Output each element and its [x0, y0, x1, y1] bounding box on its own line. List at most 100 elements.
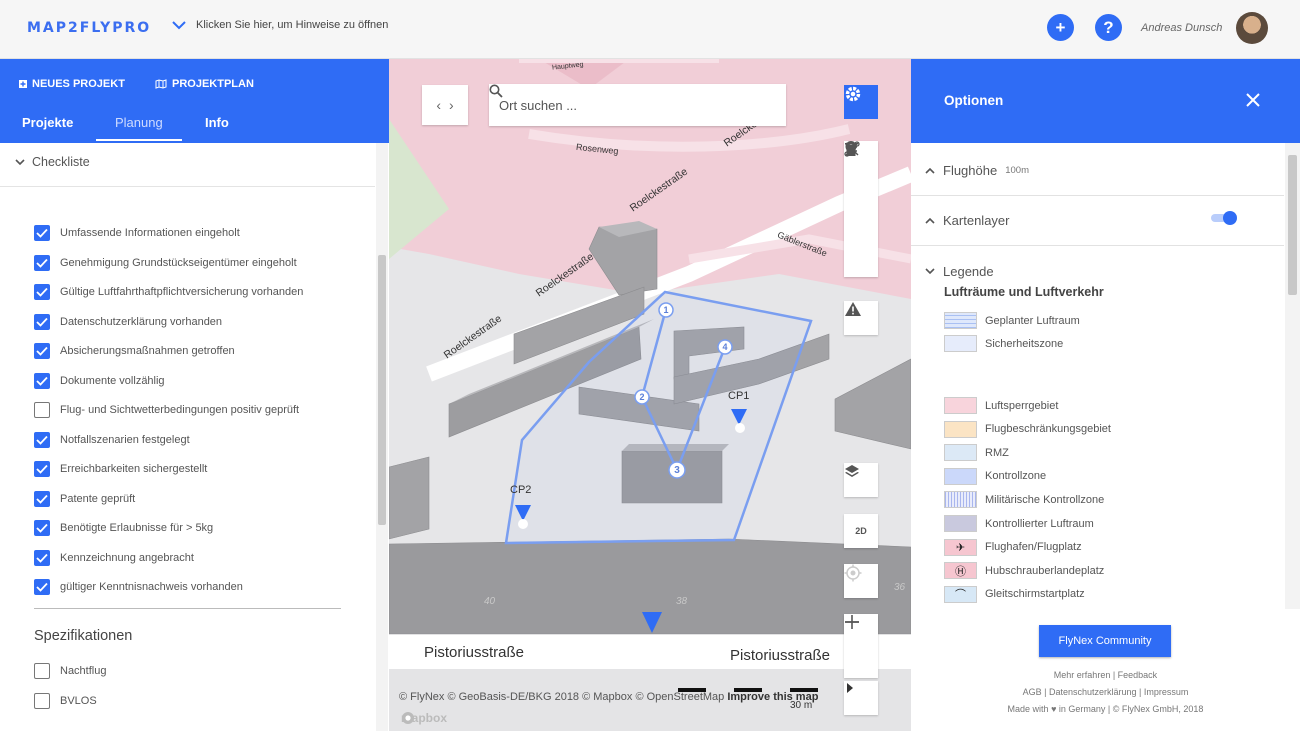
checklist-item[interactable]: Erreichbarkeiten sichergestellt: [34, 461, 207, 477]
new-project-label: NEUES PROJEKT: [32, 78, 125, 90]
checkbox-checked[interactable]: [34, 461, 50, 477]
layers-button[interactable]: [844, 463, 878, 497]
checklist-item[interactable]: Datenschutzerklärung vorhanden: [34, 313, 222, 330]
place-search[interactable]: [489, 84, 786, 126]
legend-symbol-icon: Ⓗ: [955, 565, 966, 578]
left-scrollbar[interactable]: [376, 143, 388, 731]
left-panel: NEUES PROJEKT PROJEKTPLAN Projekte Planu…: [0, 59, 389, 731]
checklist-item[interactable]: Nachtflug: [34, 663, 106, 679]
checkpoint-cp1[interactable]: CP1: [728, 390, 749, 402]
legend-swatch: ⌒: [944, 585, 977, 603]
zoom-controls: [844, 614, 878, 678]
legend-label: Flughafen/Flugplatz: [985, 541, 1082, 554]
legend-label: Sicherheitszone: [985, 337, 1064, 350]
checkbox-checked[interactable]: [34, 284, 50, 300]
add-button[interactable]: +: [1047, 14, 1074, 41]
tab-planung[interactable]: Planung: [115, 115, 163, 130]
map-icon: [155, 79, 167, 89]
spec-title: Spezifikationen: [34, 628, 133, 644]
map-canvas[interactable]: [389, 59, 911, 731]
checkbox-checked[interactable]: [34, 549, 50, 566]
checklist-item[interactable]: Genehmigung Grundstückseigentümer eingeh…: [34, 254, 297, 271]
locate-button[interactable]: [844, 564, 878, 598]
checklist-item[interactable]: Kennzeichnung angebracht: [34, 549, 194, 566]
checklist-item[interactable]: Flug- und Sichtwetterbedingungen positiv…: [34, 402, 299, 418]
checklist-item[interactable]: Gültige Luftfahrthaftpflichtversicherung…: [34, 284, 303, 300]
legend-label: Geplanter Luftraum: [985, 314, 1080, 327]
options-scrollbar[interactable]: [1285, 143, 1300, 609]
waypoint-3[interactable]: 3: [673, 465, 681, 476]
checkbox-unchecked[interactable]: [34, 692, 50, 709]
legend-symbol-icon: ✈: [955, 541, 966, 554]
compass-button[interactable]: [844, 681, 878, 715]
checkbox-unchecked[interactable]: [34, 402, 50, 418]
planning-content: Checkliste Umfassende Informationen eing…: [0, 143, 389, 731]
help-button[interactable]: ?: [1095, 14, 1122, 41]
footer-links-2[interactable]: AGB | Datenschutzerklärung | Impressum: [911, 687, 1300, 697]
checklist-item[interactable]: BVLOS: [34, 692, 97, 709]
view-2d-button[interactable]: 2D: [844, 514, 878, 548]
warning-button[interactable]: [844, 301, 878, 335]
checkbox-checked[interactable]: [34, 254, 50, 271]
checkbox-checked[interactable]: [34, 431, 50, 448]
community-button[interactable]: FlyNex Community: [1039, 625, 1171, 657]
tab-projekte[interactable]: Projekte: [22, 115, 73, 130]
question-icon: ?: [1103, 17, 1114, 37]
street-label: Pistoriusstraße: [424, 644, 525, 661]
checklist-item[interactable]: Patente geprüft: [34, 490, 135, 507]
chevron-up-icon: [925, 217, 935, 224]
waypoint-2[interactable]: 2: [638, 392, 646, 402]
app-logo[interactable]: MAP2FLYPRO: [27, 20, 151, 36]
divider: [34, 608, 341, 609]
scrollbar-thumb[interactable]: [378, 255, 386, 525]
checkbox-checked[interactable]: [34, 579, 50, 595]
waypoint-1[interactable]: 1: [662, 305, 670, 315]
checklist-item[interactable]: Umfassende Informationen eingeholt: [34, 225, 240, 241]
gear-icon: [845, 86, 861, 102]
checkbox-unchecked[interactable]: [34, 663, 50, 679]
chevron-right-icon[interactable]: ›: [449, 97, 454, 113]
checkbox-checked[interactable]: [34, 343, 50, 359]
scrollbar-thumb[interactable]: [1288, 155, 1297, 295]
new-project-button[interactable]: NEUES PROJEKT: [19, 78, 125, 90]
legend-item: Kontrollierter Luftraum: [944, 515, 1094, 532]
legend-item: ⌒ Gleitschirmstartplatz: [944, 585, 1085, 603]
checklist-item[interactable]: Benötigte Erlaubnisse für > 5kg: [34, 520, 213, 536]
tab-info[interactable]: Info: [205, 115, 229, 130]
checkbox-checked[interactable]: [34, 520, 50, 536]
checklist-item[interactable]: gültiger Kenntnisnachweis vorhanden: [34, 579, 243, 595]
trash-icon[interactable]: [844, 141, 858, 157]
avatar[interactable]: [1236, 12, 1268, 44]
checklist-item[interactable]: Dokumente vollzählig: [34, 372, 165, 389]
legend-swatch: [944, 312, 977, 329]
hint-text: Klicken Sie hier, um Hinweise zu öffnen: [196, 19, 389, 31]
checkbox-checked[interactable]: [34, 490, 50, 507]
checkbox-checked[interactable]: [34, 313, 50, 330]
checklist-item[interactable]: Absicherungsmaßnahmen getroffen: [34, 343, 235, 359]
close-button[interactable]: [1246, 90, 1260, 113]
checklist-toggle[interactable]: Checkliste: [15, 155, 90, 169]
checkbox-checked[interactable]: [34, 225, 50, 241]
waypoint-4[interactable]: 4: [721, 342, 729, 352]
plus-square-icon: [19, 80, 27, 88]
checkpoint-cp2[interactable]: CP2: [510, 484, 531, 496]
map-layers-toggle[interactable]: [1211, 211, 1237, 225]
project-plan-button[interactable]: PROJEKTPLAN: [155, 78, 254, 90]
legend-swatch: [944, 491, 977, 509]
legend-label: Hubschrauberlandeplatz: [985, 564, 1105, 577]
user-name[interactable]: Andreas Dunsch: [1141, 22, 1222, 34]
map-view[interactable]: Hauptweg Rosenweg Roelckestraße Roelckes…: [389, 59, 911, 731]
search-input[interactable]: [499, 97, 739, 113]
accordion-map-layers[interactable]: Kartenlayer: [911, 196, 1284, 246]
zoom-out-icon[interactable]: [844, 614, 860, 630]
mapbox-logo[interactable]: mapbox: [401, 711, 447, 725]
hint-toggle[interactable]: Klicken Sie hier, um Hinweise zu öffnen: [172, 19, 388, 31]
accordion-flight-height[interactable]: Flughöhe 100m: [911, 146, 1284, 196]
panel-nav[interactable]: ‹ ›: [422, 85, 468, 125]
footer-links-1[interactable]: Mehr erfahren | Feedback: [911, 670, 1300, 680]
chevron-left-icon[interactable]: ‹: [436, 97, 441, 113]
legend-label: Luftsperrgebiet: [985, 399, 1059, 412]
checklist-item[interactable]: Notfallszenarien festgelegt: [34, 431, 190, 448]
checkbox-checked[interactable]: [34, 372, 50, 389]
settings-button[interactable]: [844, 85, 878, 119]
